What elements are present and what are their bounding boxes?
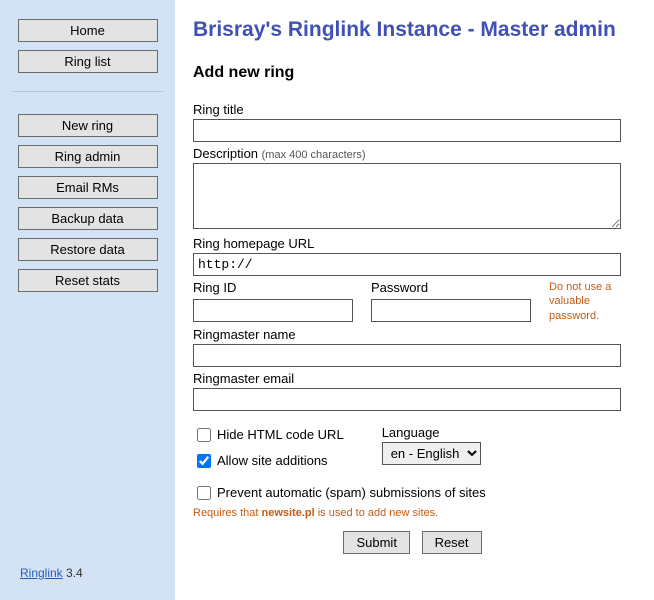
ringlink-link[interactable]: Ringlink [20,566,63,580]
ringmaster-name-label: Ringmaster name [193,327,632,342]
sidebar-divider [12,91,163,92]
ringmaster-name-input[interactable] [193,344,621,367]
nav-restore-data[interactable]: Restore data [18,238,158,261]
password-label: Password [371,280,531,295]
ring-title-label: Ring title [193,102,632,117]
page-title: Brisray's Ringlink Instance - Master adm… [193,18,632,42]
nav-reset-stats[interactable]: Reset stats [18,269,158,292]
description-label-text: Description [193,146,262,161]
nav-new-ring[interactable]: New ring [18,114,158,137]
ring-title-input[interactable] [193,119,621,142]
ringmaster-email-input[interactable] [193,388,621,411]
description-label: Description (max 400 characters) [193,146,632,161]
homepage-input[interactable] [193,253,621,276]
hide-html-label: Hide HTML code URL [217,427,344,442]
prevent-spam-label: Prevent automatic (spam) submissions of … [217,485,486,500]
prevent-spam-note: Requires that newsite.pl is used to add … [193,507,632,519]
password-warning: Do not use a valuable password. [549,280,631,323]
note-prefix: Requires that [193,507,261,519]
ringmaster-email-label: Ringmaster email [193,371,632,386]
ring-id-label: Ring ID [193,280,353,295]
nav-backup-data[interactable]: Backup data [18,207,158,230]
language-label: Language [382,425,481,440]
nav-email-rms[interactable]: Email RMs [18,176,158,199]
nav-home[interactable]: Home [18,19,158,42]
hide-html-checkbox[interactable] [197,428,211,442]
sidebar: Home Ring list New ring Ring admin Email… [0,0,175,600]
ringlink-version: 3.4 [63,566,83,580]
nav-ring-admin[interactable]: Ring admin [18,145,158,168]
allow-additions-checkbox[interactable] [197,454,211,468]
sidebar-footer: Ringlink 3.4 [12,566,163,590]
allow-additions-label: Allow site additions [217,453,328,468]
nav-ring-list[interactable]: Ring list [18,50,158,73]
section-title: Add new ring [193,64,632,82]
description-textarea[interactable] [193,163,621,229]
reset-button[interactable]: Reset [422,531,482,554]
prevent-spam-checkbox[interactable] [197,486,211,500]
password-input[interactable] [371,299,531,322]
language-select[interactable]: en - English [382,442,481,465]
homepage-label: Ring homepage URL [193,236,632,251]
submit-button[interactable]: Submit [343,531,409,554]
ring-id-input[interactable] [193,299,353,322]
description-hint: (max 400 characters) [262,149,366,161]
note-bold: newsite.pl [261,507,314,519]
main-content: Brisray's Ringlink Instance - Master adm… [175,0,654,600]
note-suffix: is used to add new sites. [315,507,439,519]
